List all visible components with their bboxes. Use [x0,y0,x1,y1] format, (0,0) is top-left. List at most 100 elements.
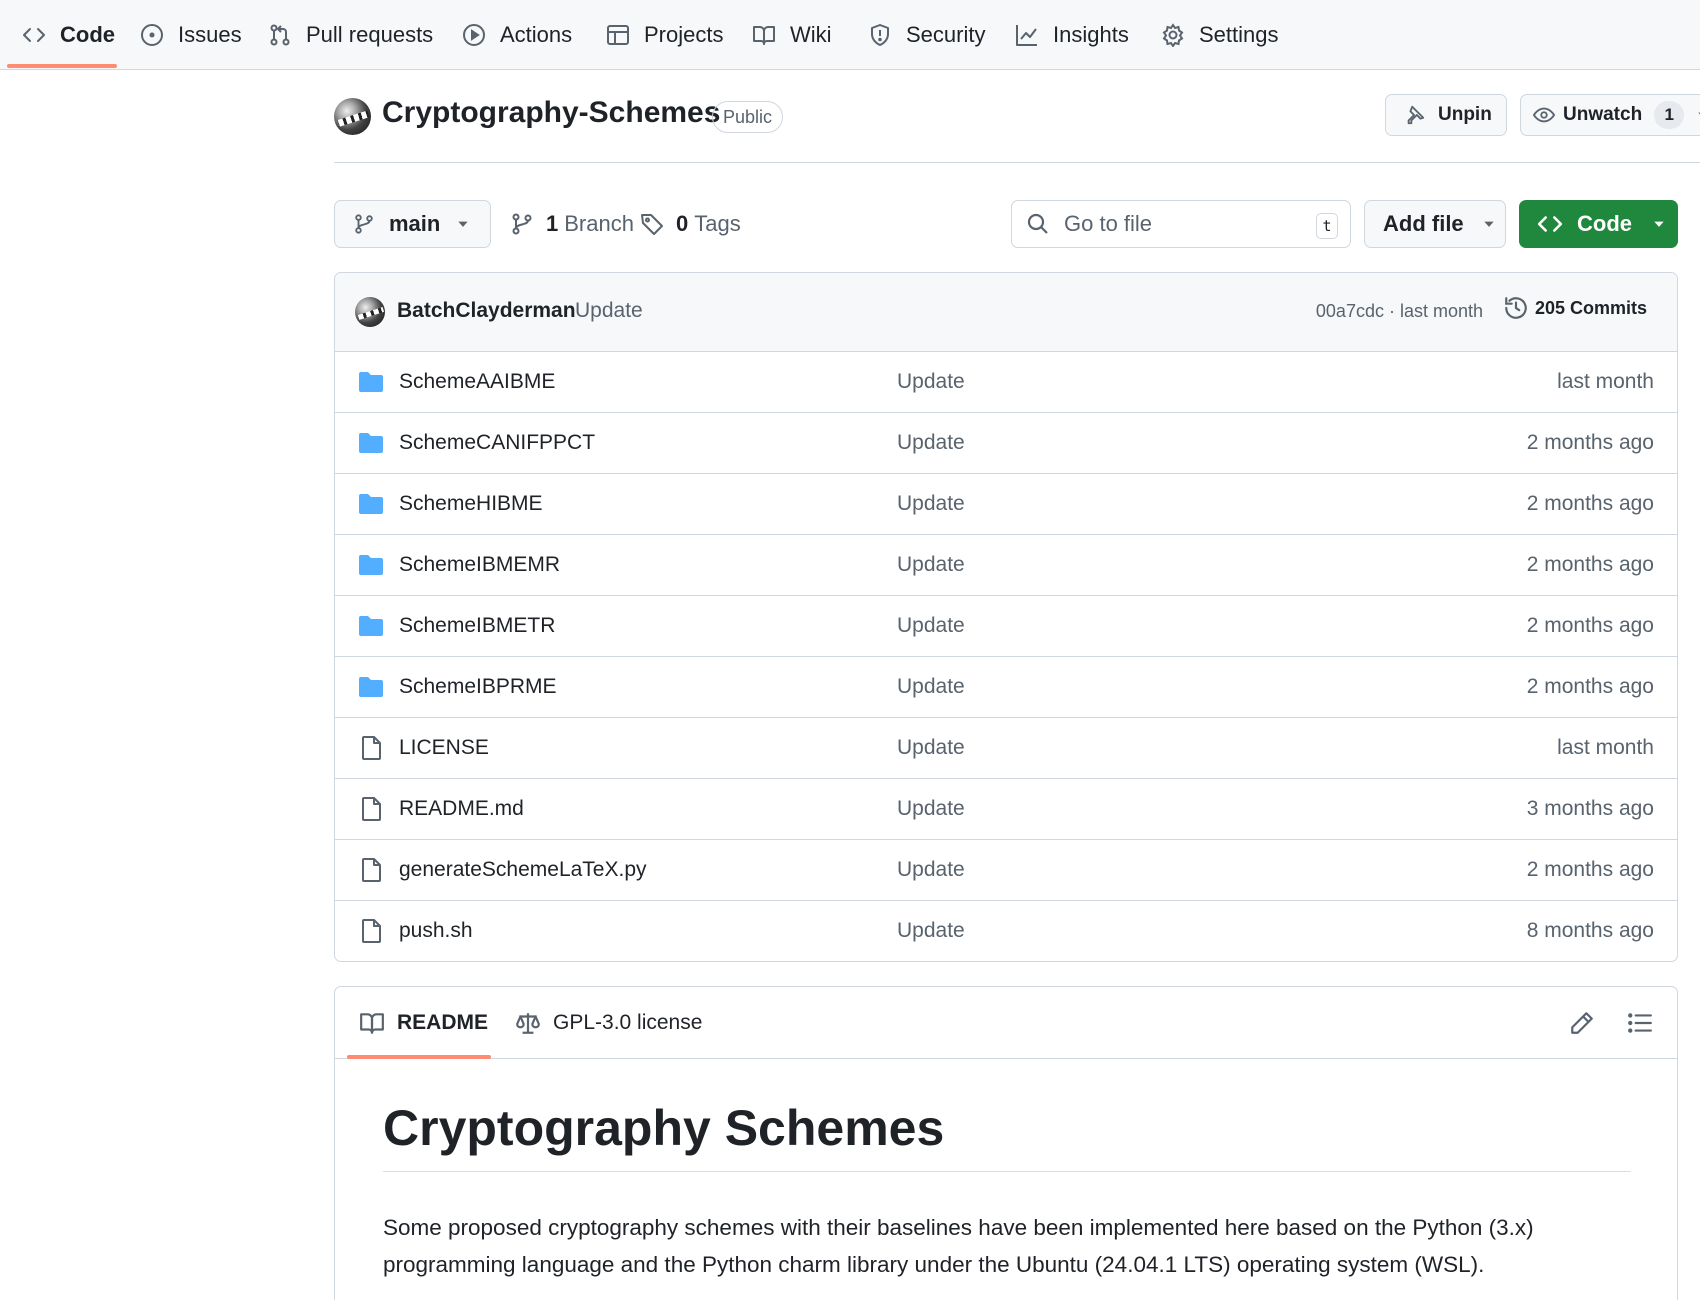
active-tab-indicator [7,64,117,68]
repo-nav: Code Issues Pull requests Actions Projec… [0,0,1700,70]
file-name[interactable]: generateSchemeLaTeX.py [399,858,647,882]
add-file-label: Add file [1383,211,1464,236]
file-commit-message[interactable]: Update [897,553,965,577]
code-button[interactable]: Code [1519,200,1678,248]
file-commit-date: 2 months ago [1526,675,1654,698]
file-commit-date: 3 months ago [1526,797,1654,820]
readme-paragraph: Some proposed cryptography schemes with … [383,1215,1534,1277]
file-commit-message[interactable]: Update [897,675,965,699]
file-commit-message[interactable]: Update [897,492,965,516]
commit-hash-time[interactable]: 00a7cdc · last month [1316,301,1483,322]
file-commit-message[interactable]: Update [897,919,965,943]
file-name[interactable]: SchemeAAIBME [399,370,555,394]
tags-link[interactable]: 0 Tags [640,200,741,248]
tab-label: Settings [1199,22,1279,47]
tab-issues[interactable]: Issues [140,0,242,70]
file-name[interactable]: SchemeIBPRME [399,675,557,699]
gear-icon [1162,23,1184,47]
latest-commit-bar: BatchClayderman Update 00a7cdc · last mo… [335,273,1677,352]
file-commit-message[interactable]: Update [897,858,965,882]
tab-insights[interactable]: Insights [1015,0,1129,70]
file-commit-date: 2 months ago [1526,553,1654,576]
file-name[interactable]: README.md [399,797,524,821]
unpin-button[interactable]: Unpin [1385,94,1507,136]
folder-icon [358,431,384,455]
list-unordered-icon[interactable] [1627,1010,1653,1036]
file-row[interactable]: SchemeAAIBME Update last month [335,352,1677,413]
file-commit-date: 8 months ago [1526,919,1654,942]
file-icon [358,919,384,943]
tab-label: Security [906,22,986,47]
tab-readme[interactable]: README [359,987,488,1059]
code-icon [1537,216,1563,232]
tab-label: Insights [1053,22,1129,47]
play-icon [463,24,485,46]
code-button-label: Code [1577,211,1632,236]
commit-author[interactable]: BatchClayderman [397,299,576,323]
file-commit-message[interactable]: Update [897,736,965,760]
file-icon [358,858,384,882]
repo-title[interactable]: Cryptography-Schemes [382,96,720,130]
go-to-file-input[interactable]: Go to file t [1011,200,1351,248]
git-pull-request-icon [270,24,290,46]
file-row[interactable]: LICENSE Update last month [335,718,1677,779]
tab-actions[interactable]: Actions [462,0,572,70]
file-row[interactable]: SchemeCANIFPPCT Update 2 months ago [335,413,1677,474]
history-icon [1505,297,1527,319]
owner-avatar[interactable] [334,98,371,135]
file-name[interactable]: SchemeIBMETR [399,614,555,638]
git-branch-icon [355,214,373,234]
folder-icon [358,553,384,577]
commits-link[interactable]: 205 Commits [1503,295,1647,321]
file-commit-message[interactable]: Update [897,797,965,821]
author-avatar[interactable] [355,297,385,327]
unpin-label: Unpin [1438,104,1492,125]
file-commit-message[interactable]: Update [897,614,965,638]
header-divider [334,162,1700,163]
unwatch-button[interactable]: Unwatch 1 [1520,94,1700,136]
branch-name: main [389,211,441,236]
add-file-button[interactable]: Add file [1364,200,1506,248]
pencil-icon[interactable] [1569,1010,1595,1036]
search-placeholder: Go to file [1064,211,1153,236]
chevron-down-icon [1484,221,1494,227]
branches-link[interactable]: 1 Branch [510,200,634,248]
file-name[interactable]: push.sh [399,919,473,943]
tag-count: 0 [676,211,689,236]
folder-icon [358,370,384,394]
file-row[interactable]: SchemeIBMEMR Update 2 months ago [335,535,1677,596]
file-row[interactable]: SchemeIBPRME Update 2 months ago [335,657,1677,718]
file-commit-date: last month [1557,736,1654,759]
file-name[interactable]: SchemeIBMEMR [399,553,560,577]
file-name[interactable]: LICENSE [399,736,489,760]
tab-projects[interactable]: Projects [606,0,723,70]
file-name[interactable]: SchemeHIBME [399,492,543,516]
active-tab-indicator [347,1055,491,1059]
tab-license[interactable]: GPL-3.0 license [515,987,702,1059]
tab-security[interactable]: Security [868,0,985,70]
file-row[interactable]: SchemeHIBME Update 2 months ago [335,474,1677,535]
file-row[interactable]: README.md Update 3 months ago [335,779,1677,840]
branch-selector[interactable]: main [334,200,491,248]
file-row[interactable]: generateSchemeLaTeX.py Update 2 months ago [335,840,1677,901]
chevron-down-icon[interactable] [1696,108,1700,122]
commit-message[interactable]: Update [575,299,643,323]
tab-settings[interactable]: Settings [1161,0,1279,70]
file-commit-date: 2 months ago [1526,614,1654,637]
file-commit-message[interactable]: Update [897,431,965,455]
tab-code[interactable]: Code [22,0,115,70]
file-row[interactable]: SchemeIBMETR Update 2 months ago [335,596,1677,657]
folder-icon [358,492,384,516]
shield-icon [871,24,889,46]
chevron-down-icon [458,221,469,227]
tab-label: Pull requests [306,22,434,47]
readme-panel: README GPL-3.0 license Cryptography Sche… [334,986,1678,1300]
tab-pull-requests[interactable]: Pull requests [268,0,433,70]
file-row[interactable]: push.sh Update 8 months ago [335,901,1677,961]
file-name[interactable]: SchemeCANIFPPCT [399,431,595,455]
search-icon [1027,213,1048,234]
file-commit-message[interactable]: Update [897,370,965,394]
visibility-badge: Public [712,101,784,133]
tab-wiki[interactable]: Wiki [752,0,832,70]
commit-count-label: 205 Commits [1534,297,1647,318]
